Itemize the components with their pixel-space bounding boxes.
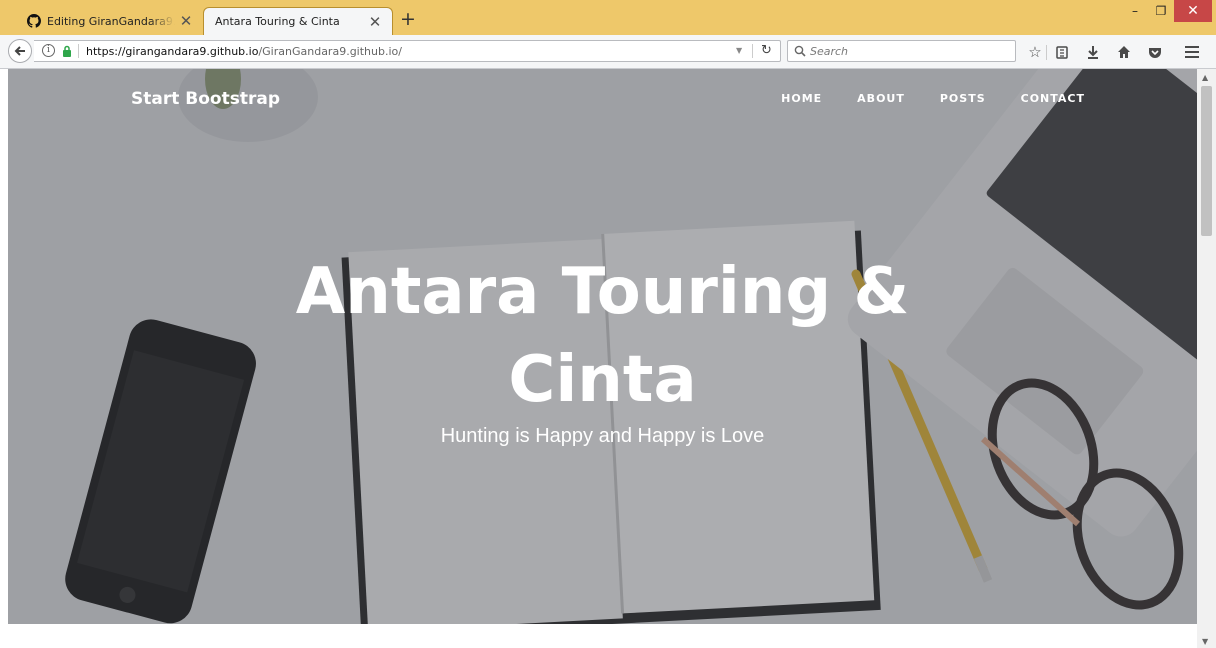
search-icon [794, 45, 806, 57]
nav-home[interactable]: HOME [781, 92, 822, 105]
url-text[interactable]: https://girangandara9.github.io/GiranGan… [86, 45, 402, 58]
url-divider [78, 44, 79, 58]
site-subheading: Hunting is Happy and Happy is Love [440, 425, 765, 447]
url-domain: https://girangandara9.github.io [86, 45, 259, 58]
menu-icon[interactable] [1183, 43, 1201, 61]
tab-close-icon[interactable]: ✕ [364, 13, 386, 31]
back-arrow-icon [14, 46, 25, 56]
minimize-button[interactable]: – [1122, 0, 1148, 22]
star-icon[interactable]: ☆ [1026, 43, 1044, 61]
site-heading-line2: Cinta [508, 343, 697, 417]
reading-list-icon[interactable] [1053, 43, 1071, 61]
url-bar[interactable]: i https://girangandara9.github.io/GiranG… [34, 40, 781, 62]
url-path: /GiranGandara9.github.io/ [258, 45, 402, 58]
page-viewport: Start Bootstrap HOME ABOUT POSTS CONTACT… [0, 69, 1197, 648]
browser-tab-strip: Editing GiranGandara9.githu ✕ Antara Tou… [0, 0, 1216, 35]
url-divider [752, 44, 753, 58]
navigation-toolbar: i https://girangandara9.github.io/GiranG… [0, 35, 1216, 69]
hero-header: Start Bootstrap HOME ABOUT POSTS CONTACT… [8, 69, 1197, 624]
search-box[interactable]: Search [787, 40, 1016, 62]
tab-close-icon[interactable]: ✕ [175, 12, 197, 30]
close-window-button[interactable]: ✕ [1174, 0, 1212, 22]
home-icon[interactable] [1115, 43, 1133, 61]
tab-title: Editing GiranGandara9.githu [47, 14, 175, 28]
nav-about[interactable]: ABOUT [857, 92, 905, 105]
pocket-icon[interactable] [1146, 43, 1164, 61]
toolbar-divider [1046, 45, 1047, 60]
scroll-down-icon[interactable]: ▼ [1202, 637, 1208, 646]
site-heading-line1: Antara Touring & [295, 255, 910, 329]
tab-title: Antara Touring & Cinta [215, 15, 340, 28]
search-placeholder: Search [810, 45, 849, 58]
download-icon[interactable] [1084, 43, 1102, 61]
site-brand[interactable]: Start Bootstrap [131, 89, 280, 109]
tab-editing[interactable]: Editing GiranGandara9.githu ✕ [18, 7, 203, 35]
site-navigation: HOME ABOUT POSTS CONTACT [746, 92, 1085, 105]
github-icon [27, 14, 41, 28]
info-icon[interactable]: i [42, 44, 55, 57]
back-button[interactable] [8, 39, 32, 63]
nav-contact[interactable]: CONTACT [1021, 92, 1085, 105]
scrollbar-thumb[interactable] [1201, 86, 1212, 236]
reload-icon[interactable]: ↻ [761, 43, 772, 58]
tab-active[interactable]: Antara Touring & Cinta ✕ [203, 7, 393, 35]
nav-posts[interactable]: POSTS [940, 92, 986, 105]
scroll-up-icon[interactable]: ▲ [1202, 73, 1208, 82]
maximize-button[interactable]: ❐ [1148, 0, 1174, 22]
new-tab-button[interactable]: + [400, 10, 416, 29]
lock-icon[interactable] [62, 45, 72, 60]
history-dropdown-icon[interactable]: ▼ [736, 46, 742, 55]
vertical-scrollbar[interactable]: ▲ ▼ [1197, 69, 1216, 648]
